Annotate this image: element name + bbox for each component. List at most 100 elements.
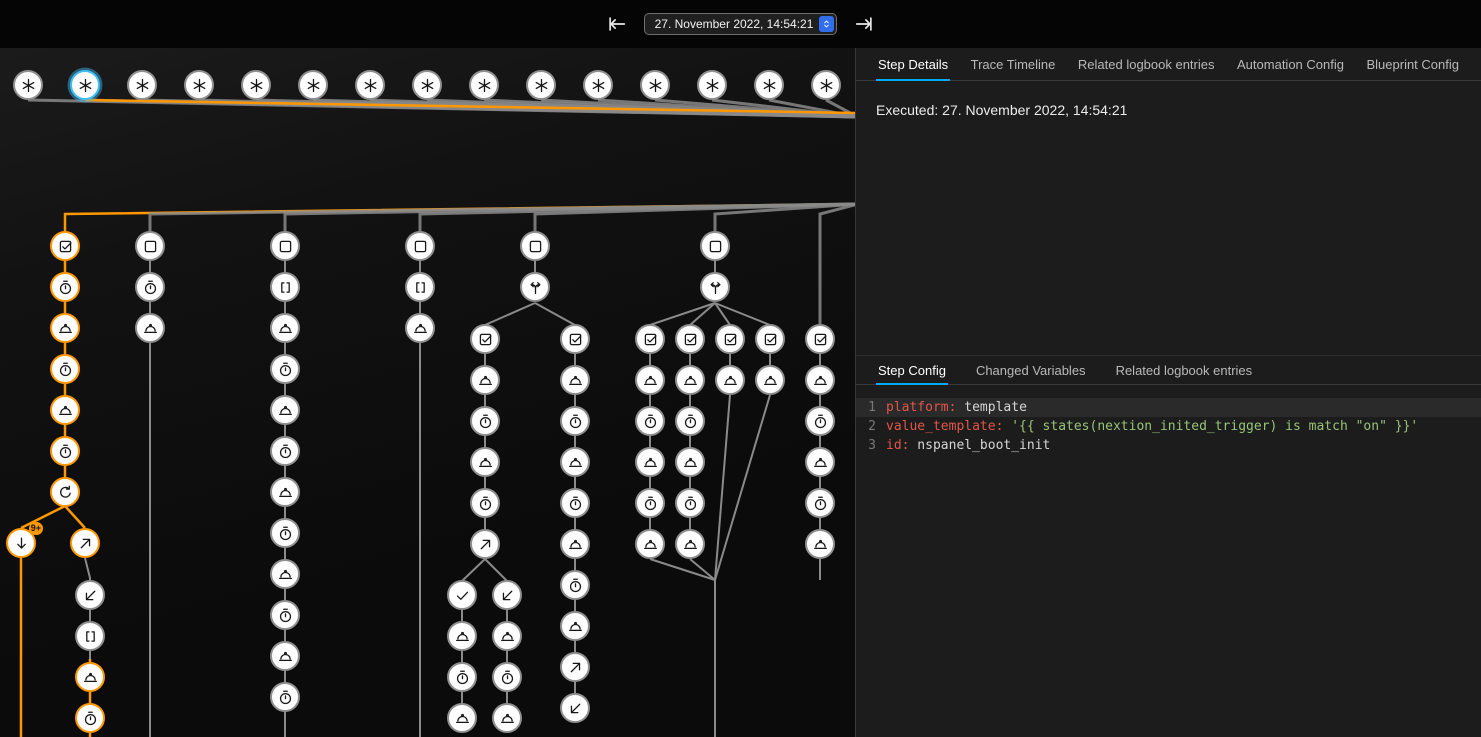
trace-node-service[interactable] xyxy=(447,621,477,651)
trace-node-asterisk[interactable] xyxy=(412,70,442,100)
trace-node-service[interactable] xyxy=(50,395,80,425)
trace-node-square[interactable] xyxy=(700,231,730,261)
tab-step-details[interactable]: Step Details xyxy=(876,48,950,80)
trace-node-timer[interactable] xyxy=(50,436,80,466)
trace-node-service[interactable] xyxy=(405,313,435,343)
config-tab-related-logbook-entries[interactable]: Related logbook entries xyxy=(1114,356,1255,384)
trace-node-timer[interactable] xyxy=(560,406,590,436)
trace-node-service[interactable] xyxy=(560,611,590,641)
trace-node-timer[interactable] xyxy=(805,488,835,518)
trace-node-service[interactable] xyxy=(492,703,522,733)
trace-node-asterisk[interactable] xyxy=(811,70,841,100)
trace-node-checkbox[interactable] xyxy=(675,324,705,354)
trace-node-arrow-ne[interactable] xyxy=(560,652,590,682)
trace-node-square[interactable] xyxy=(520,231,550,261)
trace-node-service[interactable] xyxy=(635,365,665,395)
previous-run-button[interactable] xyxy=(604,11,630,37)
trace-node-service[interactable] xyxy=(805,365,835,395)
trace-node-timer[interactable] xyxy=(270,354,300,384)
tab-related-logbook-entries[interactable]: Related logbook entries xyxy=(1076,48,1217,80)
trace-node-service[interactable] xyxy=(270,313,300,343)
trace-node-timer[interactable] xyxy=(270,682,300,712)
trace-node-service[interactable] xyxy=(75,662,105,692)
tab-blueprint-config[interactable]: Blueprint Config xyxy=(1364,48,1461,80)
trace-node-asterisk[interactable] xyxy=(754,70,784,100)
trace-node-service[interactable] xyxy=(447,703,477,733)
trace-node-timer[interactable] xyxy=(270,600,300,630)
trace-node-square[interactable] xyxy=(135,231,165,261)
trace-node-service[interactable] xyxy=(270,395,300,425)
trace-node-timer[interactable] xyxy=(675,488,705,518)
trace-node-service[interactable] xyxy=(805,529,835,559)
trace-node-timer[interactable] xyxy=(560,570,590,600)
trace-node-arrow-down[interactable]: 9+ xyxy=(6,528,36,558)
trace-node-service[interactable] xyxy=(270,559,300,589)
trace-node-service[interactable] xyxy=(675,447,705,477)
trace-node-service[interactable] xyxy=(675,365,705,395)
trace-node-checkbox[interactable] xyxy=(755,324,785,354)
trace-node-service[interactable] xyxy=(270,477,300,507)
trace-node-arrow-sw[interactable] xyxy=(492,580,522,610)
trace-node-service[interactable] xyxy=(805,447,835,477)
trace-node-arrow-sw[interactable] xyxy=(75,580,105,610)
trace-node-checkbox[interactable] xyxy=(50,231,80,261)
trace-node-timer[interactable] xyxy=(470,406,500,436)
trace-node-timer[interactable] xyxy=(75,703,105,733)
run-timestamp-select[interactable]: 27. November 2022, 14:54:21 xyxy=(644,13,838,35)
trace-node-service[interactable] xyxy=(715,365,745,395)
next-run-button[interactable] xyxy=(851,11,877,37)
trace-node-service[interactable] xyxy=(270,641,300,671)
trace-node-service[interactable] xyxy=(635,529,665,559)
trace-node-service[interactable] xyxy=(560,447,590,477)
trace-node-timer[interactable] xyxy=(635,406,665,436)
trace-node-check[interactable] xyxy=(447,580,477,610)
trace-node-asterisk[interactable] xyxy=(70,70,100,100)
trace-node-checkbox[interactable] xyxy=(470,324,500,354)
trace-node-brackets[interactable] xyxy=(75,621,105,651)
tab-trace-timeline[interactable]: Trace Timeline xyxy=(969,48,1058,80)
trace-node-timer[interactable] xyxy=(50,272,80,302)
trace-node-asterisk[interactable] xyxy=(127,70,157,100)
trace-node-arrow-ne[interactable] xyxy=(70,528,100,558)
trace-node-service[interactable] xyxy=(560,529,590,559)
trace-node-decision[interactable] xyxy=(520,272,550,302)
trace-node-timer[interactable] xyxy=(635,488,665,518)
trace-node-checkbox[interactable] xyxy=(805,324,835,354)
trace-node-service[interactable] xyxy=(492,621,522,651)
trace-node-service[interactable] xyxy=(50,313,80,343)
trace-node-checkbox[interactable] xyxy=(560,324,590,354)
trace-node-repeat[interactable] xyxy=(50,477,80,507)
trace-node-service[interactable] xyxy=(560,365,590,395)
trace-node-service[interactable] xyxy=(470,447,500,477)
trace-node-asterisk[interactable] xyxy=(697,70,727,100)
config-tab-changed-variables[interactable]: Changed Variables xyxy=(974,356,1088,384)
trace-node-asterisk[interactable] xyxy=(13,70,43,100)
trace-node-timer[interactable] xyxy=(270,436,300,466)
trace-node-service[interactable] xyxy=(755,365,785,395)
trace-node-asterisk[interactable] xyxy=(355,70,385,100)
trace-node-asterisk[interactable] xyxy=(469,70,499,100)
trace-node-decision[interactable] xyxy=(700,272,730,302)
trace-node-asterisk[interactable] xyxy=(298,70,328,100)
trace-node-asterisk[interactable] xyxy=(640,70,670,100)
trace-node-timer[interactable] xyxy=(492,662,522,692)
trace-node-timer[interactable] xyxy=(50,354,80,384)
trace-node-service[interactable] xyxy=(675,529,705,559)
trace-node-timer[interactable] xyxy=(447,662,477,692)
trace-node-timer[interactable] xyxy=(270,518,300,548)
trace-node-brackets[interactable] xyxy=(405,272,435,302)
trace-node-service[interactable] xyxy=(135,313,165,343)
trace-node-checkbox[interactable] xyxy=(635,324,665,354)
trace-node-timer[interactable] xyxy=(805,406,835,436)
trace-node-square[interactable] xyxy=(405,231,435,261)
trace-node-service[interactable] xyxy=(635,447,665,477)
trace-node-service[interactable] xyxy=(470,365,500,395)
trace-node-asterisk[interactable] xyxy=(184,70,214,100)
trace-node-brackets[interactable] xyxy=(270,272,300,302)
trace-node-timer[interactable] xyxy=(135,272,165,302)
tab-automation-config[interactable]: Automation Config xyxy=(1235,48,1346,80)
trace-node-asterisk[interactable] xyxy=(241,70,271,100)
trace-node-square[interactable] xyxy=(270,231,300,261)
trace-node-timer[interactable] xyxy=(560,488,590,518)
trace-node-arrow-ne[interactable] xyxy=(470,529,500,559)
